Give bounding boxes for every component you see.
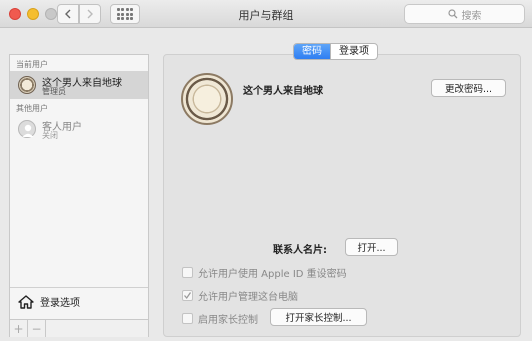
user-picture[interactable] <box>181 73 233 125</box>
parental-controls-checkbox[interactable] <box>182 313 193 324</box>
change-password-button[interactable]: 更改密码... <box>431 79 506 97</box>
search-input[interactable]: 搜索 <box>404 4 525 24</box>
parental-controls-checkbox-row[interactable]: 启用家长控制 <box>182 311 258 326</box>
checkmark-icon <box>184 292 192 300</box>
tab-password[interactable]: 密码 <box>294 44 330 59</box>
allow-admin-label: 允许用户管理这台电脑 <box>198 292 298 303</box>
users-sidebar: 当前用户 这个男人来自地球 管理员 其他用户 客人用户 关闭 登录选项 + − <box>9 54 149 337</box>
tab-bar: 密码 登录项 <box>293 43 378 60</box>
window-titlebar: 用户与群组 搜索 <box>0 0 532 28</box>
parental-controls-label: 启用家长控制 <box>198 315 258 326</box>
login-options-item[interactable]: 登录选项 <box>10 287 148 315</box>
tab-login-items[interactable]: 登录项 <box>330 44 377 59</box>
open-parental-controls-button[interactable]: 打开家长控制... <box>270 308 367 326</box>
house-icon <box>18 294 34 309</box>
panel-user-name: 这个男人来自地球 <box>243 86 323 97</box>
allow-admin-checkbox-row[interactable]: 允许用户管理这台电脑 <box>182 288 298 303</box>
user-role: 管理员 <box>42 87 66 96</box>
apple-id-reset-checkbox[interactable] <box>182 267 193 278</box>
other-users-label: 其他用户 <box>16 104 48 113</box>
magnifier-icon <box>447 9 457 19</box>
search-placeholder: 搜索 <box>461 10 482 22</box>
sidebar-footer: + − <box>10 319 148 337</box>
avatar <box>18 76 36 94</box>
current-users-label: 当前用户 <box>16 60 48 69</box>
sidebar-item-guest-user[interactable]: 客人用户 关闭 <box>10 115 148 143</box>
remove-user-button[interactable]: − <box>28 320 46 337</box>
apple-id-reset-checkbox-row[interactable]: 允许用户使用 Apple ID 重设密码 <box>182 265 347 280</box>
login-options-label: 登录选项 <box>40 298 80 309</box>
add-user-button[interactable]: + <box>10 320 28 337</box>
contact-card-label: 联系人名片: <box>273 245 327 256</box>
guest-user-status: 关闭 <box>42 131 58 140</box>
sidebar-item-current-user[interactable]: 这个男人来自地球 管理员 <box>10 71 148 99</box>
user-detail-panel: 这个男人来自地球 更改密码... 联系人名片: 打开... 允许用户使用 App… <box>163 54 521 337</box>
guest-avatar-icon <box>18 120 36 138</box>
apple-id-reset-label: 允许用户使用 Apple ID 重设密码 <box>198 269 347 280</box>
allow-admin-checkbox[interactable] <box>182 290 193 301</box>
open-contact-button[interactable]: 打开... <box>345 238 398 256</box>
